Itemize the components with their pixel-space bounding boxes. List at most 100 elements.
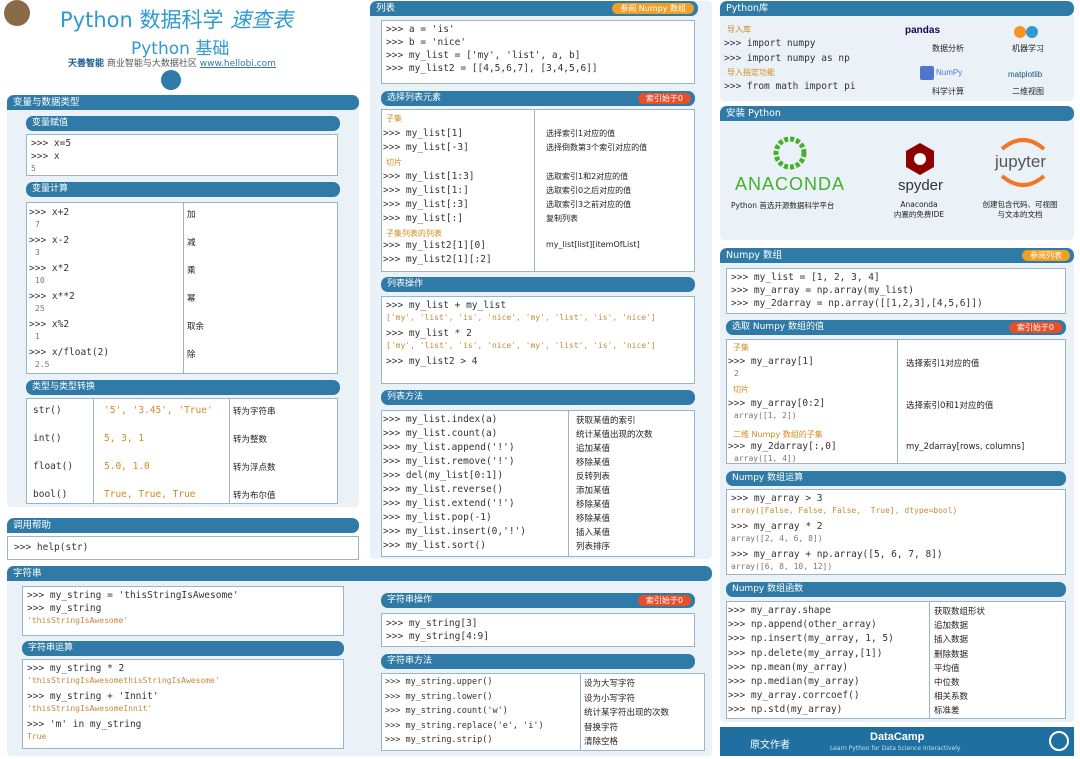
list-method-row-code: >>> my_list.append('!') [383,442,515,453]
calc-row-code: >>> x-2 [29,235,70,246]
list-select-row-desc: my_list[list][itemOfList] [546,240,640,249]
numpy-func-row-desc: 删除数据 [934,649,969,660]
sklearn-desc: 机器学习 [1012,44,1044,53]
spyder-logo-icon [902,141,938,177]
numpy-func-row-code: >>> np.append(other_array) [728,619,877,631]
types-divider-2 [229,399,230,503]
anaconda-logo-text: ANACONDA [735,174,846,194]
string-method-row-desc: 统计某字符出现的次数 [584,708,670,718]
list-method-row-desc: 统计某值出现的次数 [576,430,653,440]
numpy-select-row-code: >>> my_2darray[:,0] [728,441,837,452]
anaconda-logo-icon [772,135,808,171]
credit-line: 天善智能 商业智能与大数据社区 www.hellobi.com [68,59,276,69]
jupyter-arc-top-icon [998,133,1048,151]
credit-link[interactable]: www.hellobi.com [200,59,276,69]
calc-row-code: >>> x/float(2) [29,347,110,358]
spyder-desc: Anaconda 内置的免费IDE [893,200,945,219]
calc-row-output: 10 [35,276,45,285]
string-method-row-code: >>> my_string.count('w') [385,706,508,716]
list-method-row-code: >>> del(my_list[0:1]) [383,470,504,481]
calc-row-output: 25 [35,304,45,313]
calc-row-code: >>> x**2 [29,291,75,302]
numpy-funcs-divider [929,602,930,718]
list-select-row-code: >>> my_list[1:] [383,185,469,196]
author-avatar [4,0,30,26]
lists-header: 列表 参阅 Numpy 数组 [370,1,698,16]
calc-row-code: >>> x+2 [29,207,70,218]
list-method-row-desc: 移除某值 [576,458,611,468]
see-numpy-tag: 参阅 Numpy 数组 [612,3,694,14]
string-ops-header: 字符串运算 [22,641,344,656]
type-row-val: 5.0, 1.0 [104,461,150,472]
assign-box: >>> x=5 >>> x 5 [26,134,338,176]
type-row-val: '5', '3.45', 'True' [104,405,213,416]
string-method-row-code: >>> my_string.replace('e', 'i') [385,720,544,731]
string-method-row-code: >>> my_string.lower() [385,691,493,702]
string-method-row-desc: 设为大写字符 [584,679,636,689]
type-row-desc: 转为字符串 [233,407,276,417]
numpy-code-box: >>> my_list = [1, 2, 3, 4] >>> my_array … [726,268,1066,314]
type-row-fn: bool() [33,489,68,500]
list-ops-box: >>> my_list + my_list ['my', 'list', 'is… [381,296,695,384]
basics-header: 变量与数据类型 [7,95,359,110]
numpy-subset-label: 子集 [733,343,749,352]
calc-row-output: 7 [35,220,40,229]
python-logo-icon [161,70,181,90]
numpy-func-row-code: >>> np.median(my_array) [728,676,860,687]
numpy-func-row-code: >>> np.std(my_array) [728,704,843,716]
string-ops-box: >>> my_string * 2 'thisStringIsAwesometh… [22,659,344,749]
calc-row-desc: 取余 [187,322,205,332]
numpy-select-row-code: >>> my_array[0:2] [728,398,826,409]
calc-row-output: 2.5 [35,360,50,369]
string-method-row-code: >>> my_string.upper() [385,677,493,687]
type-row-desc: 转为布尔值 [233,491,276,501]
type-row-desc: 转为整数 [233,435,268,445]
list-select-row-code: >>> my_list[1] [383,128,464,139]
numpy-func-row-desc: 插入数据 [934,635,969,646]
calc-row-desc: 幂 [187,294,196,304]
pandas-logo: pandas [905,25,941,36]
numpy-func-row-desc: 相关系数 [934,692,969,703]
libs-header: Python库 [720,1,1074,16]
list-select-row-desc: 选择倒数第3个索引对应的值 [546,143,648,152]
numpy-select-row-output: array([1, 4]) [734,454,797,463]
numpy-func-row-code: >>> my_array.corrcoef() [728,690,860,702]
list-ops-header: 列表操作 [381,277,695,292]
numpy-ops-box: >>> my_array > 3 array([False, False, Fa… [726,489,1066,575]
numpy-slice-label: 切片 [733,385,749,394]
jupyter-arc-bottom-icon [998,174,1048,192]
assign-header: 变量赋值 [26,116,340,131]
page-title: Python 数据科学 速查表 [60,8,294,32]
string-method-row-desc: 设为小写字符 [584,693,636,704]
string-slice-box: >>> my_string[3] >>> my_string[4:9] [381,613,695,647]
list-select-row-desc: 复制列表 [546,214,578,223]
list-select-header: 选择列表元素 索引始于0 [381,91,695,106]
list-method-row-desc: 追加某值 [576,444,611,454]
jupyter-desc: 创建包含代码、可视图 与文本的文档 [982,200,1058,219]
import-line-3: >>> from math import pi [724,81,856,92]
string-slice-header: 字符串操作 索引始于0 [381,593,695,608]
help-header: 调用帮助 [7,518,359,533]
calc-row-desc: 除 [187,350,196,360]
list-select-row-desc: 选取索引0之后对应的值 [546,186,632,195]
list-methods-divider [568,411,569,556]
lists-code-box: >>> a = 'is' >>> b = 'nice' >>> my_list … [381,20,695,84]
numpy-func-row-desc: 标准差 [934,706,960,717]
types-header: 类型与类型转换 [26,380,340,395]
numpy-func-row-code: >>> np.delete(my_array,[1]) [728,647,883,659]
numpy-func-row-code: >>> my_array.shape [728,605,831,616]
list-method-row-desc: 列表排序 [576,542,611,552]
calc-row-desc: 加 [187,210,196,220]
import-line-1: >>> import numpy [724,38,816,49]
see-lists-tag: 参阅列表 [1022,250,1070,261]
numpy-func-row-desc: 中位数 [934,678,960,688]
type-row-val: 5, 3, 1 [104,433,145,444]
list-select-row-code: >>> my_list[:] [383,213,464,224]
numpy-select-row-desc: 选择索引1对应的值 [906,359,980,369]
help-box: >>> help(str) [7,536,359,560]
numpy-func-row-desc: 追加数据 [934,621,969,632]
type-row-fn: float() [33,461,74,472]
numpy-select-row-output: 2 [734,369,739,378]
numpy-func-row-code: >>> np.mean(my_array) [728,661,849,673]
string-method-row-code: >>> my_string.strip() [385,735,493,745]
